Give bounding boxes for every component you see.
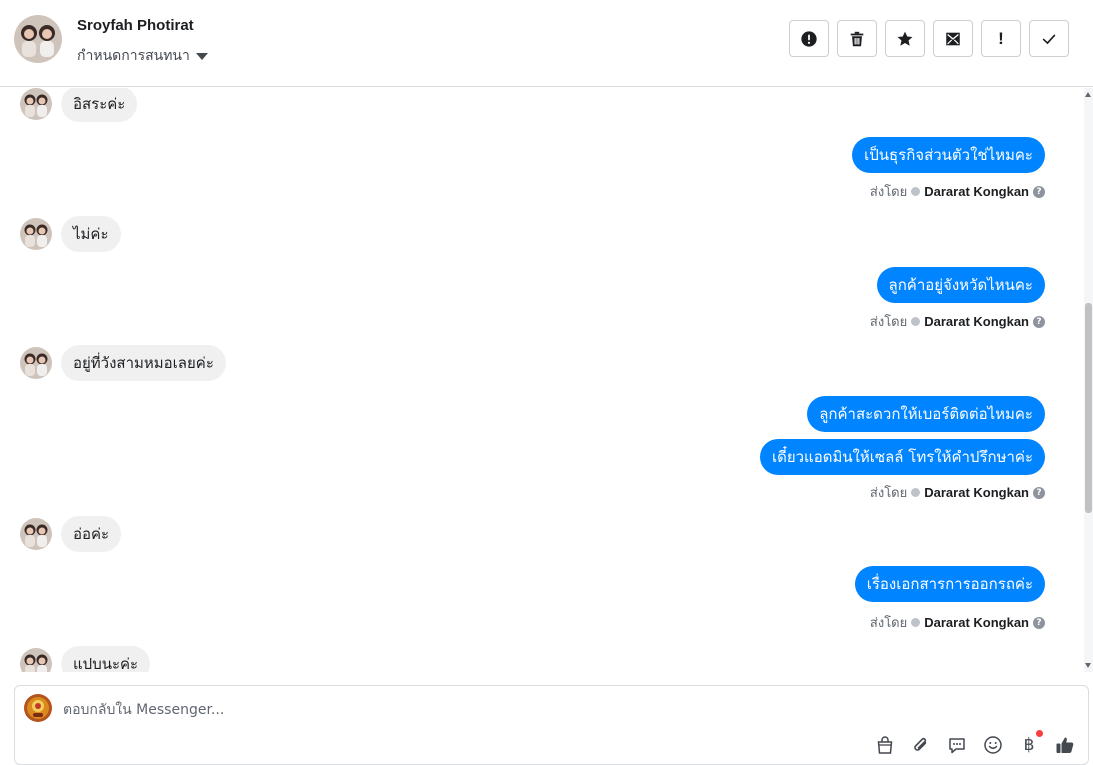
shop-button[interactable] — [874, 734, 896, 756]
trash-icon — [850, 31, 864, 46]
outgoing-message-bubble[interactable]: เดี๋ยวแอดมินให้เซลล์ โทรให้คำปรึกษาค่ะ — [759, 439, 1045, 475]
incoming-message: อยู่ที่วังสามหมอเลยค่ะ — [20, 345, 226, 381]
contact-name[interactable]: Sroyfah Photirat — [77, 17, 194, 34]
help-icon[interactable]: ? — [1033, 315, 1045, 328]
contact-avatar-small — [20, 648, 52, 672]
composer-toolbar: ฿ — [874, 730, 1076, 756]
agent-status-icon — [911, 317, 921, 326]
message-bubble[interactable]: อยู่ที่วังสามหมอเลยค่ะ — [61, 345, 226, 381]
sent-by-label: ส่งโดย — [869, 616, 908, 631]
message-bubble[interactable]: แปบนะค่ะ — [61, 646, 151, 672]
page-avatar — [24, 694, 52, 722]
envelope-icon — [946, 32, 960, 45]
shopping-bag-icon — [877, 736, 893, 754]
agent-status-icon — [911, 618, 921, 627]
contact-avatar-small — [20, 88, 52, 120]
contact-avatar-small — [20, 518, 52, 550]
agent-name: Dararat Kongkan — [924, 184, 1029, 199]
contact-avatar[interactable] — [14, 15, 62, 63]
header-actions: ! — [789, 20, 1069, 57]
agent-status-icon — [911, 488, 921, 497]
reply-input[interactable] — [63, 699, 763, 721]
scroll-down-arrow-icon[interactable] — [1085, 663, 1091, 668]
smiley-icon — [984, 736, 1002, 754]
contact-avatar-small — [20, 218, 52, 250]
notification-dot — [1036, 730, 1043, 737]
message-thread[interactable]: อิสระค่ะ เป็นธุรกิจส่วนตัวใช่ไหมคะ ส่งโด… — [0, 88, 1084, 672]
sent-by-info: ส่งโดย Dararat Kongkan ? — [870, 181, 1045, 202]
exclamation-icon: ! — [998, 28, 1004, 48]
scrollbar-thumb[interactable] — [1085, 303, 1092, 513]
scroll-up-arrow-icon[interactable] — [1085, 92, 1091, 97]
incoming-message: อ่อค่ะ — [20, 516, 122, 552]
delete-button[interactable] — [837, 20, 877, 57]
outgoing-message-bubble[interactable]: เรื่องเอกสารการออกรถค่ะ — [854, 566, 1045, 602]
message-bubble[interactable]: ไม่ค่ะ — [61, 216, 121, 252]
outgoing-message-bubble[interactable]: เป็นธุรกิจส่วนตัวใช่ไหมคะ — [852, 137, 1045, 173]
assign-conversation-dropdown[interactable]: กำหนดการสนทนา — [77, 45, 208, 67]
sent-by-info: ส่งโดย Dararat Kongkan ? — [870, 311, 1045, 332]
thumbs-up-icon — [1056, 737, 1074, 753]
sent-by-label: ส่งโดย — [869, 315, 908, 330]
outgoing-message-bubble[interactable]: ลูกค้าอยู่จังหวัดไหนคะ — [876, 267, 1045, 303]
check-icon — [1042, 34, 1056, 44]
incoming-message: ไม่ค่ะ — [20, 216, 121, 252]
incoming-message: แปบนะค่ะ — [20, 646, 151, 672]
message-bubble[interactable]: อ่อค่ะ — [61, 516, 122, 552]
agent-status-icon — [911, 187, 921, 196]
mark-done-button[interactable] — [1029, 20, 1069, 57]
help-icon[interactable]: ? — [1033, 616, 1045, 629]
sent-by-info: ส่งโดย Dararat Kongkan ? — [870, 612, 1045, 633]
mark-unread-button[interactable] — [933, 20, 973, 57]
follow-up-button[interactable]: ! — [981, 20, 1021, 57]
paperclip-icon — [914, 737, 927, 751]
chat-bubble-icon — [949, 738, 965, 754]
baht-icon: ฿ — [1023, 735, 1035, 755]
agent-name: Dararat Kongkan — [924, 485, 1029, 500]
conversation-header: Sroyfah Photirat กำหนดการสนทนา ! — [0, 0, 1093, 87]
help-icon[interactable]: ? — [1033, 185, 1045, 198]
star-button[interactable] — [885, 20, 925, 57]
payment-button[interactable]: ฿ — [1018, 730, 1043, 756]
alert-circle-icon — [801, 30, 817, 47]
mark-spam-button[interactable] — [789, 20, 829, 57]
emoji-button[interactable] — [982, 734, 1004, 756]
caret-down-icon — [195, 52, 208, 60]
assign-label: กำหนดการสนทนา — [77, 48, 190, 64]
like-button[interactable] — [1054, 734, 1076, 756]
sent-by-label: ส่งโดย — [869, 185, 908, 200]
thread-scrollbar[interactable] — [1084, 88, 1093, 672]
incoming-message: อิสระค่ะ — [20, 88, 138, 122]
saved-replies-button[interactable] — [946, 734, 968, 756]
message-bubble[interactable]: อิสระค่ะ — [61, 88, 138, 122]
attach-button[interactable] — [910, 734, 932, 756]
sent-by-label: ส่งโดย — [869, 486, 908, 501]
sent-by-info: ส่งโดย Dararat Kongkan ? — [870, 482, 1045, 503]
contact-avatar-small — [20, 347, 52, 379]
agent-name: Dararat Kongkan — [924, 314, 1029, 329]
star-icon — [897, 31, 913, 46]
help-icon[interactable]: ? — [1033, 486, 1045, 499]
reply-composer: ฿ — [14, 685, 1089, 765]
agent-name: Dararat Kongkan — [924, 615, 1029, 630]
outgoing-message-bubble[interactable]: ลูกค้าสะดวกให้เบอร์ติดต่อไหมคะ — [807, 396, 1045, 432]
